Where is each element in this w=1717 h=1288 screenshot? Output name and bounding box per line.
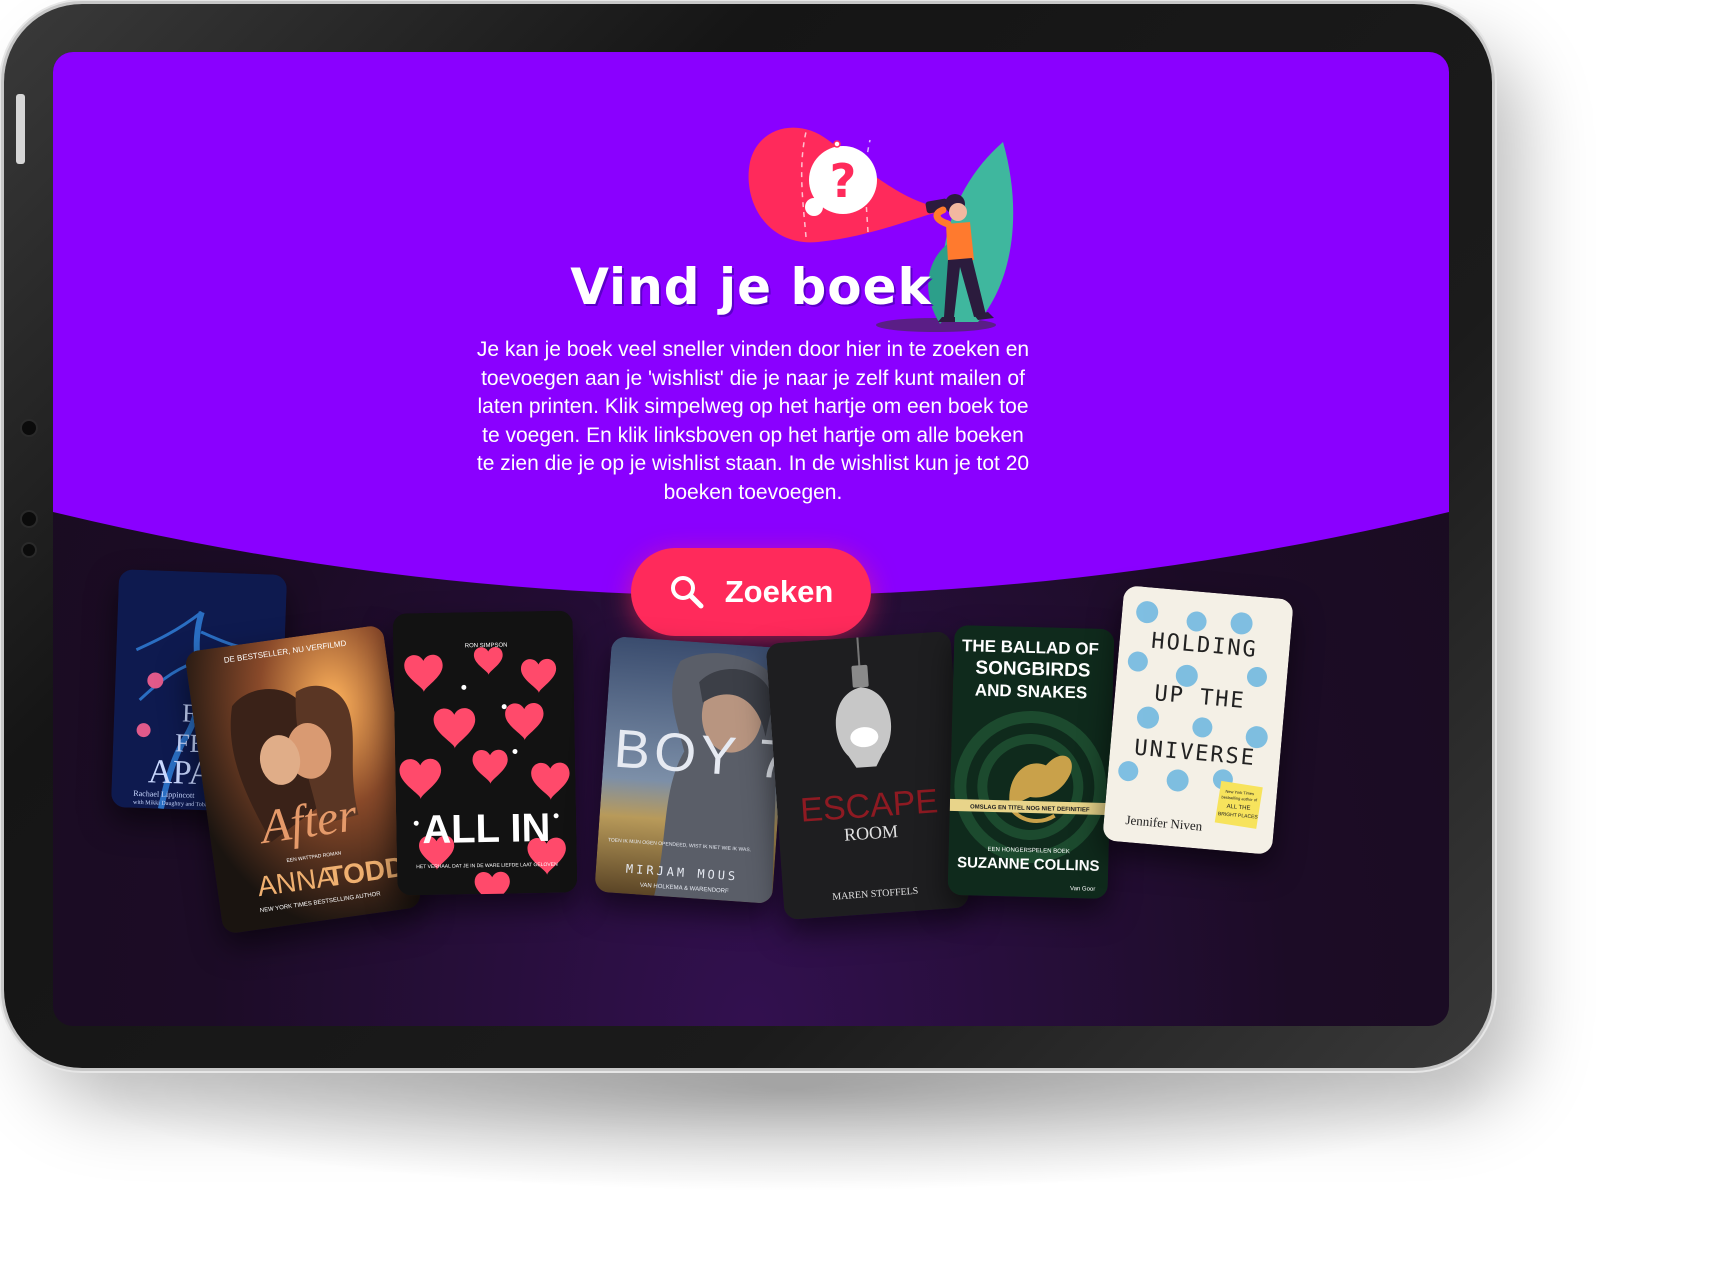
- search-button-label: Zoeken: [724, 574, 834, 609]
- camera-lens: [20, 510, 38, 528]
- svg-text:?: ?: [830, 154, 857, 208]
- book-title-line: ROOM: [843, 821, 898, 845]
- book-publisher: Van Goor: [1070, 886, 1095, 893]
- book-cover-art: HOLDING UP THE UNIVERSE New York Times b…: [1102, 585, 1294, 855]
- app-screen: ? Vind je boek Je kan je boek veel snell…: [53, 52, 1449, 1026]
- book-title-line: SONGBIRDS: [975, 658, 1091, 682]
- book-cover-boy-7[interactable]: BOY 7 TOEN IK MIJN OGEN OPENDEED, WIST I…: [594, 636, 790, 904]
- book-title: ALL IN: [422, 806, 551, 852]
- book-cover-all-in[interactable]: RON SIMPSON ALL IN HET VERHAAL DAT JE IN…: [392, 610, 578, 896]
- book-cover-art: ESCAPE ROOM MAREN STOFFELS: [765, 630, 970, 921]
- tablet-frame: ? Vind je boek Je kan je boek veel snell…: [4, 4, 1492, 1068]
- book-cover-holding-up-the-universe[interactable]: HOLDING UP THE UNIVERSE New York Times b…: [1102, 585, 1294, 855]
- book-cover-art: THE BALLAD OF SONGBIRDS AND SNAKES OMSLA…: [947, 624, 1115, 900]
- searching-woman-illustration: ?: [748, 127, 1014, 332]
- book-title-line: AND SNAKES: [975, 681, 1088, 703]
- side-button: [16, 94, 25, 164]
- search-button[interactable]: Zoeken: [631, 548, 871, 636]
- book-title-line: THE BALLAD OF: [962, 636, 1099, 659]
- camera-lens: [20, 419, 38, 437]
- book-cover-art: RON SIMPSON ALL IN HET VERHAAL DAT JE IN…: [392, 610, 578, 896]
- book-cover-escape-room[interactable]: ESCAPE ROOM MAREN STOFFELS: [765, 630, 970, 921]
- book-cover-art: BOY 7 TOEN IK MIJN OGEN OPENDEED, WIST I…: [594, 636, 790, 904]
- book-cover-art: DE BESTSELLER, NU VERFILMD After EEN WAT…: [184, 624, 422, 935]
- search-icon: [670, 576, 704, 609]
- camera-lens: [21, 542, 37, 558]
- page-title: Vind je boek: [570, 258, 932, 316]
- book-title: BOY 7: [612, 719, 789, 791]
- book-author: RON SIMPSON: [465, 643, 508, 650]
- page-description: Je kan je boek veel sneller vinden door …: [476, 338, 1030, 504]
- book-cover-ballad-songbirds-snakes[interactable]: THE BALLAD OF SONGBIRDS AND SNAKES OMSLA…: [947, 624, 1115, 900]
- book-cover-after[interactable]: DE BESTSELLER, NU VERFILMD After EEN WAT…: [184, 624, 422, 935]
